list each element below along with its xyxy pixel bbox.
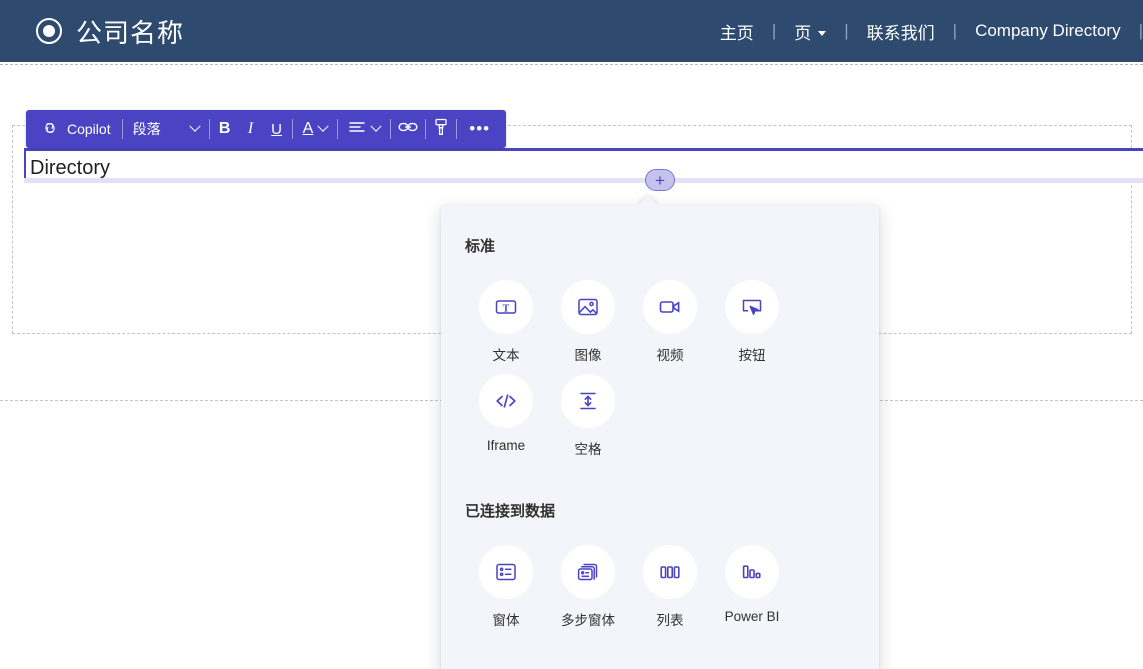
format-painter-icon <box>433 118 449 140</box>
more-options-button[interactable]: ••• <box>459 119 500 139</box>
page-root: 公司名称 主页 | 页 | 联系我们 | Company Directory | <box>0 0 1143 669</box>
list-icon <box>643 545 697 599</box>
site-header: 公司名称 主页 | 页 | 联系我们 | Company Directory | <box>0 0 1143 62</box>
nav-link-company-directory[interactable]: Company Directory <box>957 21 1139 41</box>
video-icon <box>643 280 697 334</box>
component-image[interactable]: 图像 <box>547 270 629 364</box>
text-block-highlight <box>24 178 1143 183</box>
font-color-button[interactable]: A <box>295 114 336 144</box>
component-button-label: 按钮 <box>738 348 766 363</box>
page-canvas: Directory Copilot 段落 B I U A ••• + 标准 T … <box>0 62 1143 669</box>
chevron-down-icon <box>370 120 382 132</box>
nav-separator: | <box>952 21 958 40</box>
align-left-icon <box>348 120 366 139</box>
copilot-icon <box>41 119 59 140</box>
nav-separator: | <box>1138 21 1143 40</box>
copilot-label: Copilot <box>67 121 111 137</box>
brand-name: 公司名称 <box>76 17 185 48</box>
component-list[interactable]: 列表 <box>629 535 711 629</box>
svg-text:T: T <box>503 303 510 314</box>
copilot-button[interactable]: Copilot <box>32 110 120 148</box>
component-iframe-label: Iframe <box>486 438 526 453</box>
component-multistep-form-label: 多步窗体 <box>561 613 615 628</box>
toolbar-divider <box>208 119 210 139</box>
form-icon <box>479 545 533 599</box>
toolbar-divider <box>291 119 293 139</box>
component-form[interactable]: 窗体 <box>465 535 547 629</box>
spacer-icon <box>561 374 615 428</box>
text-caret <box>24 151 26 180</box>
underline-button[interactable]: U <box>264 114 290 144</box>
format-painter-button[interactable] <box>428 114 454 144</box>
power-bi-icon <box>725 545 779 599</box>
toolbar-divider <box>425 119 427 139</box>
text-icon: T <box>479 280 533 334</box>
canvas-top-divider <box>0 64 1143 65</box>
add-component-button[interactable]: + <box>645 169 675 191</box>
nav-link-contact[interactable]: 联系我们 <box>849 19 953 44</box>
paragraph-style-dropdown[interactable]: 段落 <box>125 114 207 144</box>
toolbar-divider <box>337 119 339 139</box>
component-spacer[interactable]: 空格 <box>547 364 629 458</box>
component-list-label: 列表 <box>656 613 684 628</box>
circle-target-icon <box>36 18 62 44</box>
toolbar-divider <box>121 119 123 139</box>
button-icon <box>725 280 779 334</box>
flyout-beak <box>637 194 659 206</box>
component-video-label: 视频 <box>656 348 684 363</box>
link-button[interactable] <box>393 114 423 144</box>
brand[interactable]: 公司名称 <box>0 13 184 50</box>
editor-toolbar: Copilot 段落 B I U A ••• <box>26 110 507 148</box>
bold-button[interactable]: B <box>212 114 238 144</box>
nav-separator: | <box>771 21 777 40</box>
component-form-label: 窗体 <box>492 613 520 628</box>
component-video[interactable]: 视频 <box>629 270 711 364</box>
plus-icon: + <box>655 170 665 190</box>
component-spacer-label: 空格 <box>574 442 602 457</box>
nav-separator: | <box>844 21 849 40</box>
component-power-bi[interactable]: Power BI <box>711 535 793 629</box>
chevron-down-icon <box>188 120 201 132</box>
font-color-label: A <box>302 120 314 137</box>
nav-link-home[interactable]: 主页 <box>702 19 772 44</box>
nav-link-pages[interactable]: 页 <box>776 19 844 44</box>
toolbar-divider <box>456 119 458 139</box>
flyout-section-title-standard: 标准 <box>465 238 496 255</box>
flyout-grid-standard: T 文本 图像 视频 按钮 Iframe 空格 <box>441 256 861 458</box>
toolbar-divider <box>390 119 392 139</box>
link-icon <box>398 120 418 138</box>
align-button[interactable] <box>340 114 388 144</box>
flyout-section-title-connected-data: 已连接到数据 <box>465 503 556 520</box>
chevron-down-icon <box>818 30 827 36</box>
nav-link-contact-label: 联系我们 <box>866 23 935 43</box>
component-power-bi-label: Power BI <box>724 609 780 624</box>
chevron-down-icon <box>317 120 329 132</box>
component-button[interactable]: 按钮 <box>711 270 793 364</box>
multistep-form-icon <box>561 545 615 599</box>
code-icon <box>479 374 533 428</box>
paragraph-style-value: 段落 <box>132 121 161 137</box>
component-text[interactable]: T 文本 <box>465 270 547 364</box>
nav-link-pages-label: 页 <box>794 23 812 43</box>
component-multistep-form[interactable]: 多步窗体 <box>547 535 629 629</box>
nav-link-home-label: 主页 <box>719 23 754 43</box>
image-icon <box>561 280 615 334</box>
nav-link-company-directory-label: Company Directory <box>975 21 1121 40</box>
italic-button[interactable]: I <box>238 114 264 144</box>
component-image-label: 图像 <box>574 348 602 363</box>
component-text-label: 文本 <box>492 348 520 363</box>
site-nav: 主页 | 页 | 联系我们 | Company Directory | <box>702 0 1143 62</box>
flyout-grid-connected-data: 窗体 多步窗体 列表 Power BI <box>441 521 861 629</box>
component-picker-flyout: 标准 T 文本 图像 视频 按钮 Iframe 空格 已连接到数据 窗体 多步窗… <box>441 205 879 669</box>
component-iframe[interactable]: Iframe <box>465 364 547 458</box>
